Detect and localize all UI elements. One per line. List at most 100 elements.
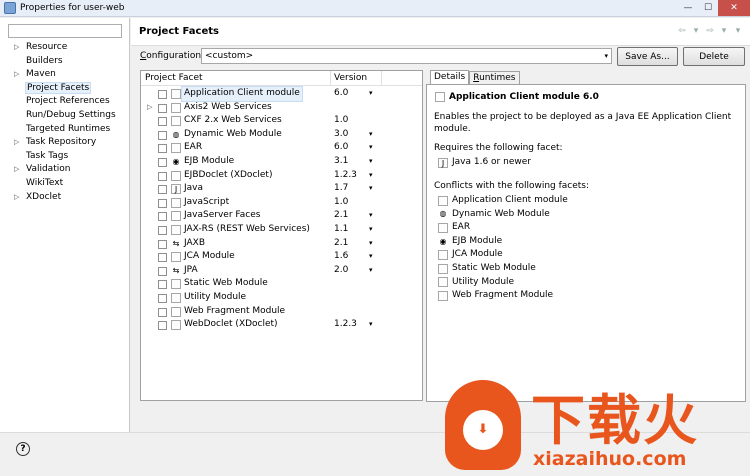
chevron-right-icon[interactable]: ▷ [14,41,19,55]
help-icon[interactable]: ? [16,442,30,456]
forward-icon[interactable]: ⇨ [704,26,716,36]
globe-icon: ◍ [172,129,180,139]
chevron-down-icon[interactable]: ▾ [369,237,373,251]
facet-checkbox[interactable] [158,144,167,154]
chevron-right-icon[interactable]: ▷ [14,191,19,205]
sidebar-item[interactable]: ▷ Resource [0,41,130,55]
facet-row[interactable]: JCA Module 1.6 ▾ [141,250,422,264]
chevron-down-icon[interactable]: ▾ [369,87,373,101]
facet-row[interactable]: CXF 2.x Web Services 1.0 [141,114,422,128]
sidebar-item[interactable]: ▷ XDoclet [0,191,130,205]
facet-checkbox[interactable] [158,266,167,276]
facet-version[interactable]: 3.0 [334,128,348,142]
facet-row[interactable]: Static Web Module [141,277,422,291]
facet-checkbox[interactable] [158,90,167,99]
filter-input[interactable] [8,24,122,38]
facet-checkbox[interactable] [158,117,167,127]
maximize-button[interactable]: ☐ [698,0,718,16]
chevron-down-icon[interactable]: ▾ [369,128,373,142]
facet-row[interactable]: Utility Module [141,291,422,305]
facet-row[interactable]: Application Client module 6.0 ▾ [141,86,422,102]
chevron-down-icon[interactable]: ▾ [369,223,373,237]
facet-version[interactable]: 1.2.3 [334,169,357,183]
facet-row[interactable]: ⇆ JPA 2.0 ▾ [141,264,422,278]
facet-version[interactable]: 1.0 [334,114,348,128]
facet-checkbox[interactable] [158,225,167,235]
chevron-right-icon[interactable]: ▷ [147,101,152,115]
back-menu-icon[interactable]: ▾ [690,26,702,36]
sidebar-item[interactable]: Run/Debug Settings [0,109,130,123]
chevron-right-icon[interactable]: ▷ [14,163,19,177]
sidebar-item-label: Project References [26,96,110,107]
facet-row[interactable]: WebDoclet (XDoclet) 1.2.3 ▾ [141,318,422,332]
sidebar-item[interactable]: ▷ Maven [0,68,130,82]
facet-checkbox[interactable] [158,212,167,222]
facet-row[interactable]: Web Fragment Module [141,305,422,319]
facet-checkbox[interactable] [158,280,167,290]
facet-row[interactable]: ▷ Axis2 Web Services [141,101,422,115]
column-header-version[interactable]: Version [334,73,367,83]
forward-menu-icon[interactable]: ▾ [718,26,730,36]
minimize-button[interactable]: — [678,0,698,16]
facet-row[interactable]: EJBDoclet (XDoclet) 1.2.3 ▾ [141,169,422,183]
column-header-facet[interactable]: Project Facet [145,73,203,83]
chevron-right-icon[interactable]: ▷ [14,68,19,82]
sidebar-item[interactable]: Project References [0,95,130,109]
facet-version[interactable]: 2.0 [334,264,348,278]
facet-checkbox[interactable] [158,171,167,181]
back-icon[interactable]: ⇦ [676,26,688,36]
facet-checkbox[interactable] [158,293,167,303]
chevron-right-icon[interactable]: ▷ [14,136,19,150]
facet-row[interactable]: JavaServer Faces 2.1 ▾ [141,209,422,223]
chevron-down-icon[interactable]: ▾ [369,209,373,223]
facet-checkbox[interactable] [158,307,167,317]
facet-row[interactable]: ◍ Dynamic Web Module 3.0 ▾ [141,128,422,142]
sidebar-item[interactable]: ▷ Validation [0,163,130,177]
facet-row[interactable]: ◉ EJB Module 3.1 ▾ [141,155,422,169]
facet-version[interactable]: 1.1 [334,223,348,237]
sidebar-item[interactable]: Builders [0,55,130,69]
chevron-down-icon[interactable]: ▾ [369,141,373,155]
facet-row[interactable]: JAX-RS (REST Web Services) 1.1 ▾ [141,223,422,237]
configuration-label: Configuration: [140,51,205,61]
sidebar-item[interactable]: Targeted Runtimes [0,123,130,137]
chevron-down-icon[interactable]: ▾ [369,169,373,183]
close-button[interactable]: ✕ [718,0,750,16]
facet-checkbox[interactable] [158,157,167,167]
sidebar-item[interactable]: Task Tags [0,150,130,164]
facet-version[interactable]: 1.6 [334,250,348,264]
save-as-button[interactable]: Save As... [617,47,678,66]
facet-checkbox[interactable] [158,185,167,195]
chevron-down-icon[interactable]: ▾ [369,318,373,332]
facet-checkbox[interactable] [158,239,167,249]
facet-checkbox[interactable] [158,130,167,140]
chevron-down-icon[interactable]: ▾ [369,264,373,278]
chevron-down-icon[interactable]: ▾ [369,182,373,196]
facet-version[interactable]: 6.0 [334,87,348,101]
window-title: Properties for user-web [20,3,125,13]
facet-row[interactable]: EAR 6.0 ▾ [141,141,422,155]
configuration-select[interactable]: <custom> ▾ [201,48,612,64]
chevron-down-icon[interactable]: ▾ [369,155,373,169]
delete-button[interactable]: Delete [683,47,745,66]
facet-version[interactable]: 2.1 [334,237,348,251]
facet-version[interactable]: 1.0 [334,196,348,210]
facet-version[interactable]: 1.7 [334,182,348,196]
facet-checkbox[interactable] [158,198,167,208]
facet-checkbox[interactable] [158,321,167,331]
tab-details[interactable]: Details [430,70,470,85]
chevron-down-icon[interactable]: ▾ [369,250,373,264]
facet-version[interactable]: 3.1 [334,155,348,169]
sidebar-item[interactable]: WikiText [0,177,130,191]
facet-version[interactable]: 2.1 [334,209,348,223]
facet-version[interactable]: 1.2.3 [334,318,357,332]
sidebar-item[interactable]: Project Facets [0,81,130,96]
facet-checkbox[interactable] [158,103,167,113]
facet-row[interactable]: ⇆ JAXB 2.1 ▾ [141,237,422,251]
facet-version[interactable]: 6.0 [334,141,348,155]
facet-checkbox[interactable] [158,253,167,263]
view-menu-icon[interactable]: ▾ [732,26,744,36]
facet-row[interactable]: JavaScript 1.0 [141,196,422,210]
sidebar-item[interactable]: ▷ Task Repository [0,136,130,150]
facet-row[interactable]: J Java 1.7 ▾ [141,182,422,196]
